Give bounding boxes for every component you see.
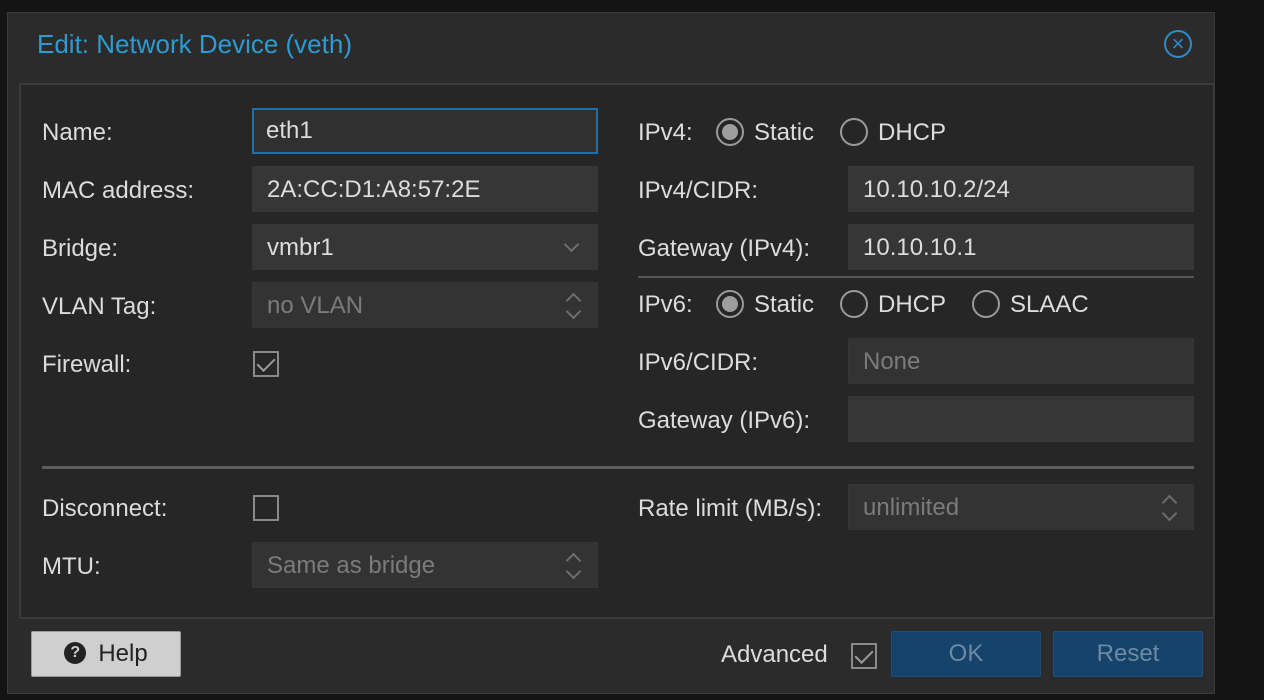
dialog-footer: ? Help Advanced OK Reset [8,619,1214,695]
spinner-icon[interactable] [565,549,583,583]
ipv6-label: IPv6: [638,291,693,318]
vlan-tag-placeholder: no VLAN [267,292,364,319]
mtu-label: MTU: [42,553,101,580]
ok-button[interactable]: OK [891,631,1041,677]
dialog-title: Edit: Network Device (veth) [37,29,352,59]
ipv6-static-label[interactable]: Static [754,291,814,319]
mac-address-input[interactable]: 2A:CC:D1:A8:57:2E [252,166,598,212]
ipv4-static-radio[interactable] [716,118,744,146]
rate-limit-label: Rate limit (MB/s): [638,495,823,522]
mac-address-label: MAC address: [42,177,195,204]
spinner-icon[interactable] [1161,491,1179,525]
divider [638,276,1194,278]
ipv6-cidr-input[interactable]: None [848,338,1194,384]
mtu-placeholder: Same as bridge [267,552,436,579]
firewall-label: Firewall: [42,351,132,378]
rate-limit-input[interactable]: unlimited [848,484,1194,530]
ipv6-dhcp-label[interactable]: DHCP [878,291,946,319]
ipv4-static-label[interactable]: Static [754,119,814,147]
gateway-ipv4-label: Gateway (IPv4): [638,235,811,262]
ipv6-slaac-radio[interactable] [972,290,1000,318]
reset-button[interactable]: Reset [1053,631,1203,677]
gateway-ipv6-input[interactable] [848,396,1194,442]
vlan-tag-input[interactable]: no VLAN [252,282,598,328]
edit-network-device-dialog: Edit: Network Device (veth) × Name: eth1… [7,12,1215,694]
help-button[interactable]: ? Help [31,631,181,677]
ipv4-cidr-label: IPv4/CIDR: [638,177,759,204]
dialog-body: Name: eth1 MAC address: 2A:CC:D1:A8:57:2… [19,83,1215,619]
bridge-select[interactable]: vmbr1 [252,224,598,270]
ipv6-cidr-label: IPv6/CIDR: [638,349,759,376]
spinner-icon[interactable] [565,289,583,323]
chevron-down-icon[interactable] [563,236,580,253]
help-button-label: Help [98,640,148,667]
dialog-titlebar: Edit: Network Device (veth) × [8,13,1214,83]
rate-limit-placeholder: unlimited [863,494,960,521]
ipv4-cidr-input[interactable]: 10.10.10.2/24 [848,166,1194,212]
firewall-checkbox[interactable] [253,351,279,377]
vlan-tag-label: VLAN Tag: [42,293,157,320]
bridge-label: Bridge: [42,235,119,262]
close-icon[interactable]: × [1164,30,1192,58]
advanced-separator [42,466,1194,469]
disconnect-label: Disconnect: [42,495,168,522]
name-label: Name: [42,119,113,146]
gateway-ipv4-input[interactable]: 10.10.10.1 [848,224,1194,270]
name-input[interactable]: eth1 [252,108,598,154]
question-circle-icon: ? [64,641,87,664]
gateway-ipv6-label: Gateway (IPv6): [638,407,811,434]
ipv4-label: IPv4: [638,119,693,146]
disconnect-checkbox[interactable] [253,495,279,521]
advanced-label[interactable]: Advanced [721,641,828,669]
ipv6-slaac-label[interactable]: SLAAC [1010,291,1089,319]
ipv6-static-radio[interactable] [716,290,744,318]
mtu-input[interactable]: Same as bridge [252,542,598,588]
ipv4-dhcp-radio[interactable] [840,118,868,146]
ipv4-dhcp-label[interactable]: DHCP [878,119,946,147]
advanced-checkbox[interactable] [851,643,877,669]
bridge-value: vmbr1 [267,234,334,261]
ipv6-dhcp-radio[interactable] [840,290,868,318]
